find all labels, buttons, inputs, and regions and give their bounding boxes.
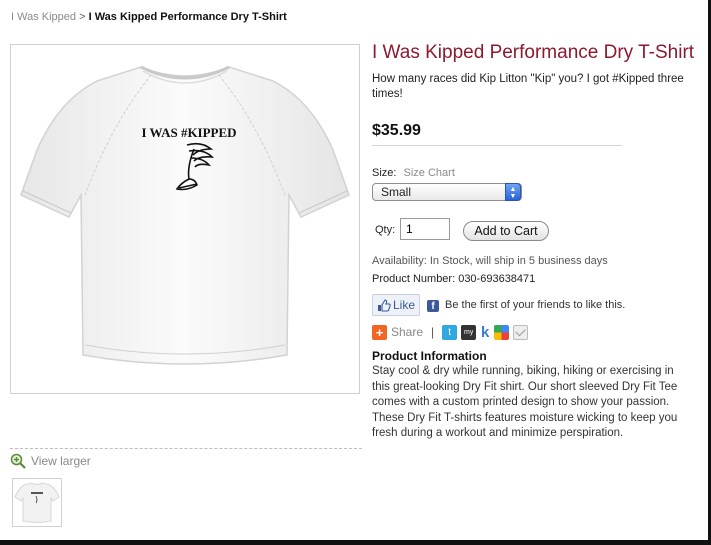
product-image[interactable]: I WAS #KIPPED: [10, 44, 360, 394]
email-icon[interactable]: [513, 324, 529, 340]
gallery-divider: [10, 448, 362, 449]
breadcrumb-separator: >: [79, 11, 86, 23]
twitter-icon[interactable]: t: [442, 324, 458, 340]
product-info-line: this great-looking Dry Fit shirt. Our sh…: [372, 380, 678, 393]
share-label[interactable]: Share: [391, 325, 423, 339]
google-icon[interactable]: [494, 324, 510, 340]
availability-text: Availability: In Stock, will ship in 5 b…: [372, 255, 608, 267]
kaboodle-icon[interactable]: k: [480, 325, 490, 340]
size-select[interactable]: Small ▲ ▼: [372, 183, 522, 201]
add-to-cart-button[interactable]: Add to Cart: [463, 221, 549, 241]
view-larger-label: View larger: [31, 454, 91, 468]
product-title: I Was Kipped Performance Dry T-Shirt: [372, 42, 695, 63]
window-bottom-edge: [0, 540, 711, 545]
magnifier-icon: [10, 453, 26, 469]
view-larger-link[interactable]: View larger: [10, 453, 91, 469]
size-selected-value: Small: [381, 185, 412, 199]
product-info-line: comes with a custom printed design to sh…: [372, 396, 670, 408]
product-info-body: Stay cool & dry while running, biking, h…: [372, 364, 710, 442]
select-arrows-icon: ▲ ▼: [505, 183, 521, 201]
product-info-line: These Dry Fit T-shirts features moisture…: [372, 411, 678, 424]
share-separator: |: [431, 325, 435, 339]
product-price: $35.99: [372, 122, 421, 139]
tshirt-thumbnail-image: [14, 482, 60, 523]
qty-label: Qty:: [375, 224, 396, 236]
size-chart-link[interactable]: Size Chart: [404, 167, 455, 179]
qty-input[interactable]: [400, 218, 450, 240]
share-row: + Share | t my k: [372, 322, 532, 342]
breadcrumb-parent-link[interactable]: I Was Kipped: [11, 11, 76, 23]
price-divider: [372, 145, 622, 146]
facebook-like-text: Be the first of your friends to like thi…: [445, 299, 626, 311]
facebook-like-button[interactable]: Like: [372, 294, 420, 316]
share-plus-icon[interactable]: +: [372, 324, 387, 340]
thumbs-up-icon: [378, 298, 391, 312]
product-tagline: How many races did Kip Litton "Kip" you?…: [372, 73, 684, 100]
product-info-line: Stay cool & dry while running, biking, h…: [372, 365, 674, 377]
size-label: Size:: [372, 167, 397, 179]
like-label: Like: [393, 298, 416, 312]
product-number: Product Number: 030-693638471: [372, 273, 536, 285]
myspace-icon[interactable]: my: [461, 324, 477, 340]
tshirt-image: I WAS #KIPPED: [20, 65, 350, 365]
product-info-line: fresh during a workout and minimize pers…: [372, 427, 624, 439]
product-thumbnail[interactable]: [12, 478, 62, 527]
product-info-heading: Product Information: [372, 349, 487, 363]
facebook-icon: f: [427, 300, 439, 312]
shirt-print-text: I WAS #KIPPED: [141, 125, 236, 140]
size-row: Size: Size Chart: [372, 167, 455, 179]
breadcrumb: I Was Kipped > I Was Kipped Performance …: [11, 11, 287, 23]
breadcrumb-current: I Was Kipped Performance Dry T-Shirt: [88, 11, 287, 23]
